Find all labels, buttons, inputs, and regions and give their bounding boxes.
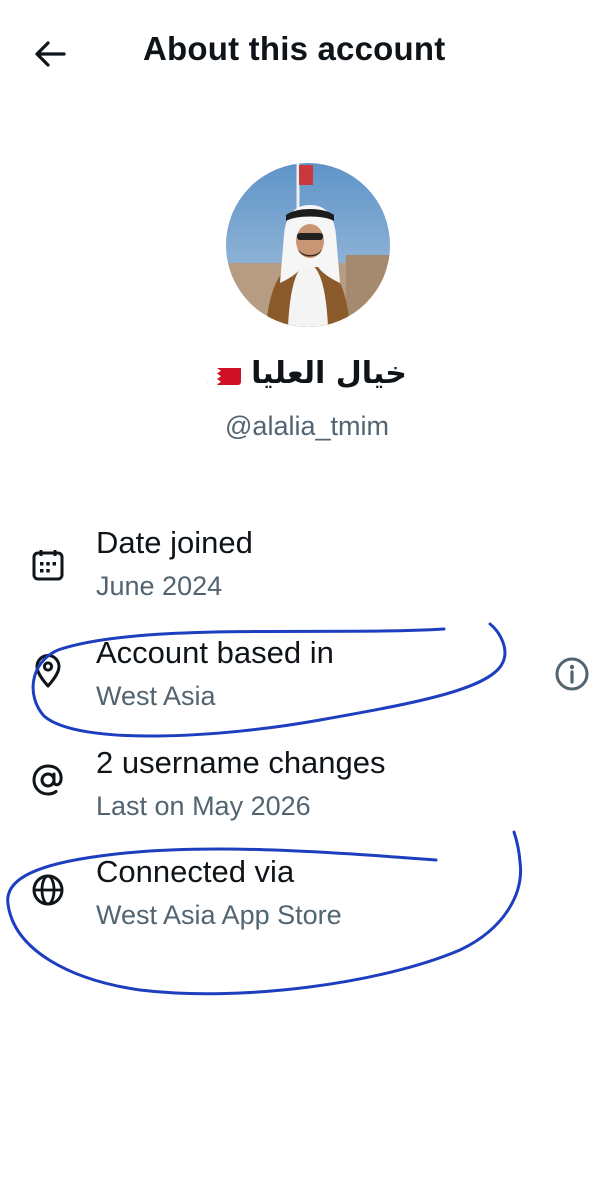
username-changes-row: 2 username changes Last on May 2026 (0, 740, 614, 840)
handle: @alalia_tmim (225, 411, 389, 441)
connected-via-row: Connected via West Asia App Store (0, 849, 614, 949)
avatar[interactable] (226, 163, 390, 327)
info-circle-icon (555, 657, 589, 691)
date-joined-label: Date joined (96, 525, 253, 560)
header: About this account (0, 0, 614, 110)
arrow-left-icon (35, 41, 66, 67)
account-based-in-value: West Asia (96, 681, 216, 711)
date-joined-row: Date joined June 2024 (0, 520, 614, 620)
display-name: خيال العليا (251, 356, 407, 391)
location-pin-icon (29, 652, 67, 690)
username-changes-label: 2 username changes (96, 745, 386, 780)
display-name-row: خيال العليا (0, 356, 614, 391)
account-based-in-label: Account based in (96, 635, 334, 670)
profile-photo (226, 163, 390, 327)
connected-via-value: West Asia App Store (96, 900, 342, 930)
connected-via-label: Connected via (96, 854, 295, 889)
globe-icon (29, 871, 67, 909)
back-button[interactable] (30, 36, 70, 72)
info-button[interactable] (552, 654, 592, 694)
date-joined-value: June 2024 (96, 571, 223, 601)
page-title: About this account (143, 30, 446, 67)
account-based-in-row: Account based in West Asia (0, 630, 614, 730)
calendar-icon (29, 546, 67, 584)
at-sign-icon (29, 761, 67, 799)
username-changes-value: Last on May 2026 (96, 791, 311, 821)
bahrain-flag-icon (207, 363, 242, 385)
